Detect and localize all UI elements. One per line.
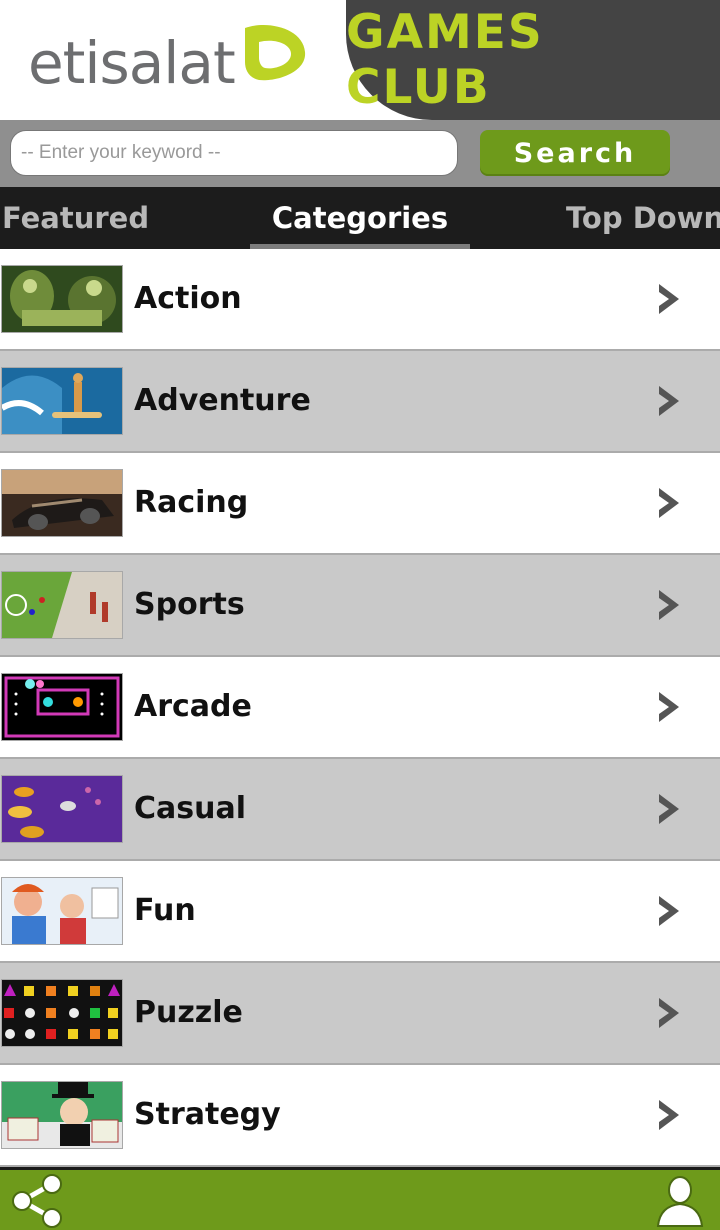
category-row-strategy[interactable]: Strategy (0, 1065, 720, 1167)
category-row-fun[interactable]: Fun (0, 861, 720, 963)
category-row-sports[interactable]: Sports (0, 555, 720, 657)
category-row-adventure[interactable]: Adventure (0, 351, 720, 453)
category-row-arcade[interactable]: Arcade (0, 657, 720, 759)
action-thumbnail (1, 265, 123, 333)
bottom-bar (0, 1167, 720, 1230)
casual-thumbnail (1, 775, 123, 843)
etisalat-logo: etisalat (28, 25, 309, 98)
strategy-thumbnail (1, 1081, 123, 1149)
tab-categories[interactable]: Categories (250, 187, 470, 249)
tab-featured[interactable]: Featured (2, 187, 149, 249)
category-label: Sports (134, 587, 245, 622)
profile-icon[interactable] (656, 1174, 704, 1228)
category-row-casual[interactable]: Casual (0, 759, 720, 861)
category-row-racing[interactable]: Racing (0, 453, 720, 555)
fun-thumbnail (1, 877, 123, 945)
category-label: Action (134, 281, 242, 316)
puzzle-thumbnail (1, 979, 123, 1047)
category-label: Fun (134, 893, 196, 928)
chevron-right-icon (659, 1100, 679, 1130)
chevron-right-icon (659, 998, 679, 1028)
chevron-right-icon (659, 794, 679, 824)
search-input[interactable] (10, 130, 458, 176)
share-icon[interactable] (10, 1174, 66, 1228)
tab-bar: Featured Categories Top Download (0, 187, 720, 249)
category-label: Strategy (134, 1097, 281, 1132)
chevron-right-icon (659, 284, 679, 314)
category-list: Action Adventure Racing Sports Arcade Ca… (0, 249, 720, 1167)
chevron-right-icon (659, 488, 679, 518)
category-label: Puzzle (134, 995, 243, 1030)
category-label: Racing (134, 485, 249, 520)
category-row-puzzle[interactable]: Puzzle (0, 963, 720, 1065)
arcade-thumbnail (1, 673, 123, 741)
brand-name: etisalat (28, 29, 236, 97)
etisalat-swoosh-icon (244, 25, 305, 81)
category-row-action[interactable]: Action (0, 249, 720, 351)
category-label: Adventure (134, 383, 311, 418)
chevron-right-icon (659, 692, 679, 722)
search-bar: Search (0, 120, 720, 187)
games-club-banner: GAMES CLUB (346, 0, 720, 120)
chevron-right-icon (659, 590, 679, 620)
adventure-thumbnail (1, 367, 123, 435)
app-header: etisalat GAMES CLUB (0, 0, 720, 120)
tab-top-download[interactable]: Top Download (566, 187, 720, 249)
search-button[interactable]: Search (480, 130, 670, 176)
chevron-right-icon (659, 386, 679, 416)
sports-thumbnail (1, 571, 123, 639)
page-title: GAMES CLUB (346, 5, 544, 115)
racing-thumbnail (1, 469, 123, 537)
chevron-right-icon (659, 896, 679, 926)
category-label: Arcade (134, 689, 252, 724)
category-label: Casual (134, 791, 247, 826)
